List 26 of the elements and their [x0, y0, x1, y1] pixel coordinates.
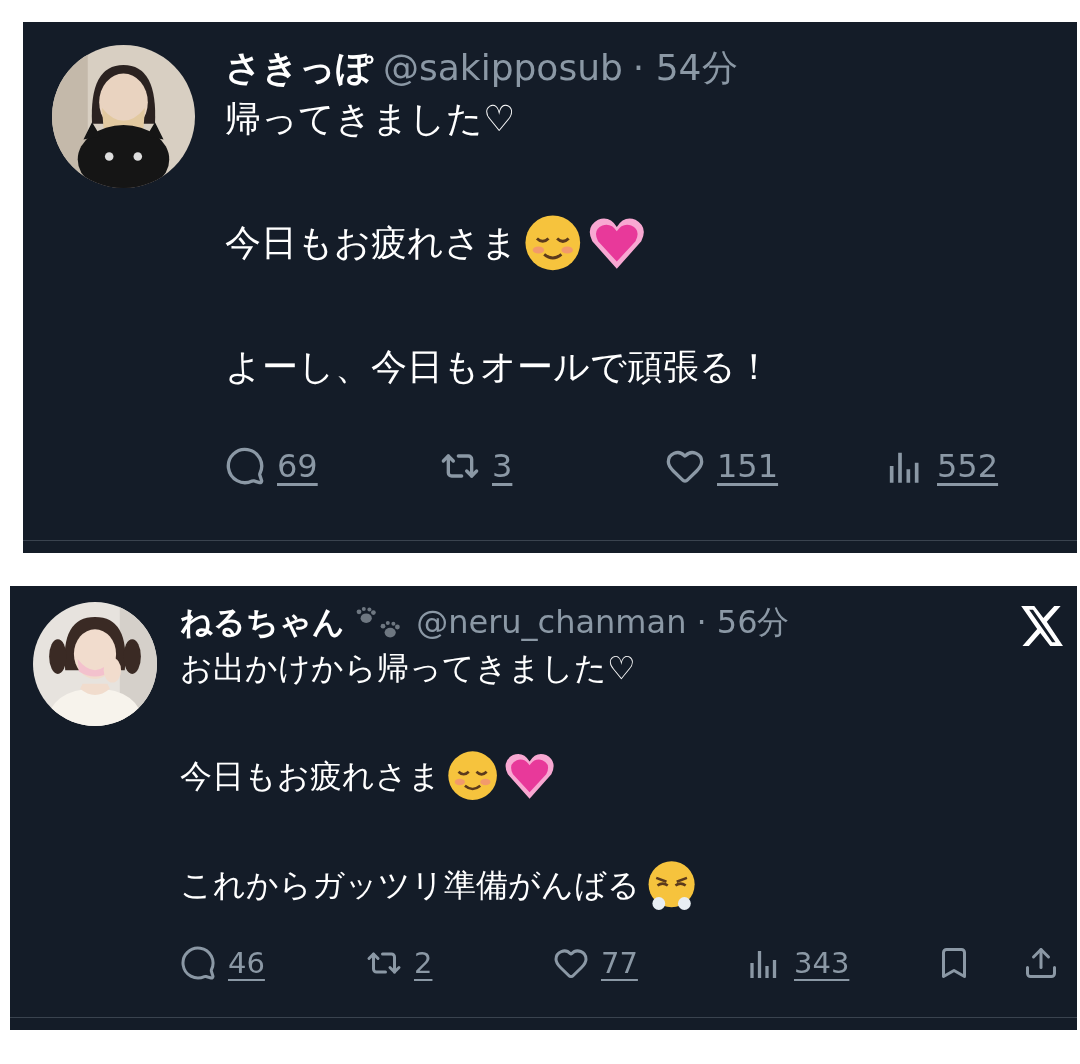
display-name[interactable]: さきっぽ [225, 45, 373, 92]
user-handle[interactable]: @neru_chanman [416, 602, 687, 644]
views-count[interactable]: 552 [937, 447, 999, 486]
comment-icon[interactable] [180, 944, 216, 981]
post-text: 今日もお疲れさま [180, 755, 441, 797]
x-logo-icon [1021, 606, 1065, 646]
post-text: お出かけから帰ってきました♡ [180, 647, 636, 689]
post-text: 帰ってきました♡ [225, 96, 516, 141]
post-text: よーし、今日もオールで頑張る！ [225, 345, 772, 390]
post-time: · 56分 [696, 602, 790, 643]
display-name[interactable]: ねるちゃん [180, 602, 345, 644]
views-count[interactable]: 343 [794, 945, 850, 980]
post-text: これからガッツリ準備がんばる [180, 865, 640, 907]
repost-count[interactable]: 3 [492, 447, 513, 486]
user-handle[interactable]: @sakipposub [383, 45, 623, 92]
like-count[interactable]: 77 [601, 945, 638, 980]
post-text: 今日もお疲れさま [225, 221, 518, 265]
repost-count[interactable]: 2 [414, 945, 433, 980]
smiling-face-icon [447, 750, 499, 802]
reply-count[interactable]: 69 [277, 447, 318, 486]
reply-count[interactable]: 46 [228, 945, 265, 980]
huffing-face-icon [646, 859, 698, 911]
post-time: · 54分 [632, 46, 738, 90]
smiling-face-icon [524, 214, 582, 272]
like-count[interactable]: 151 [717, 447, 779, 486]
comment-icon[interactable] [225, 446, 265, 487]
